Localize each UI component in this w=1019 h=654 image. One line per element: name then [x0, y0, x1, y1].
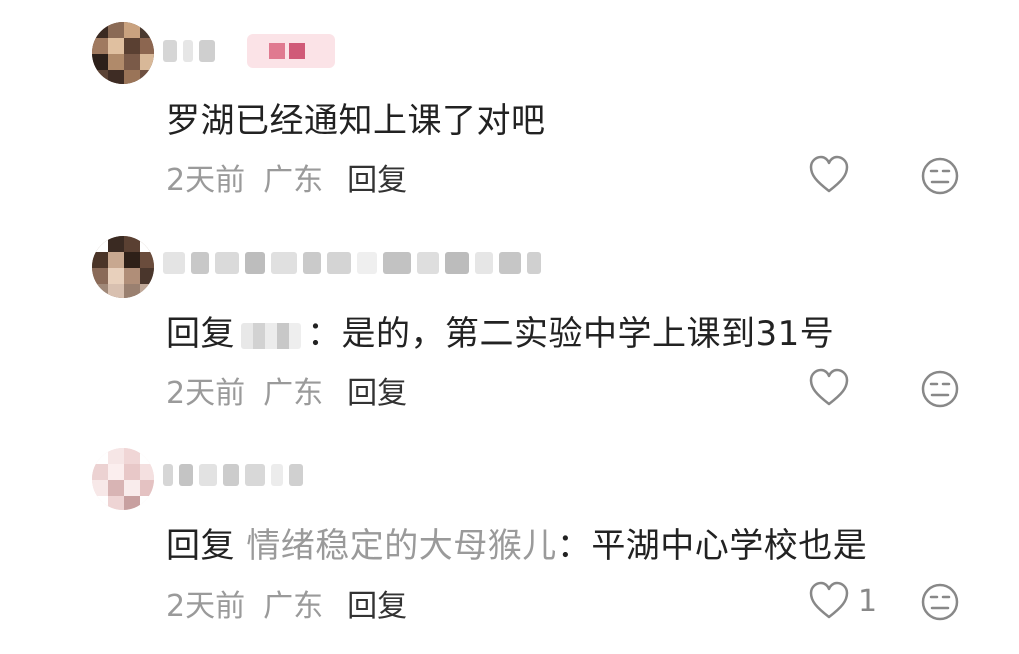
avatar[interactable] [92, 22, 154, 84]
avatar[interactable] [92, 448, 154, 510]
reply-button[interactable]: 回复 [347, 155, 407, 199]
neutral-face-icon [921, 157, 959, 195]
like-button[interactable]: 1 [808, 581, 877, 621]
comment-meta: 2天前 广东 回复 [166, 368, 407, 412]
reply-button[interactable]: 回复 [347, 581, 407, 625]
comment-text: 回复 情绪稳定的大母猴儿：平湖中心学校也是 [166, 526, 868, 566]
neutral-face-icon [921, 370, 959, 408]
username-masked[interactable] [163, 458, 303, 492]
comment-text: 回复 ：是的，第二实验中学上课到31号 [166, 314, 835, 354]
comment-location: 广东 [263, 163, 324, 198]
comment-meta: 2天前 广东 回复 [166, 155, 407, 199]
reply-prefix: 回复 [166, 314, 235, 354]
like-button[interactable] [808, 155, 858, 195]
reaction-button[interactable] [919, 155, 961, 201]
comment-location: 广东 [263, 376, 324, 411]
like-button[interactable] [808, 368, 858, 408]
reply-button[interactable]: 回复 [347, 368, 407, 412]
comment-feed: 罗湖已经通知上课了对吧 2天前 广东 回复 回复 ：是的，第二实验中学上课到31… [0, 0, 1019, 654]
heart-outline-icon [809, 155, 849, 193]
reply-target-masked[interactable] [241, 322, 301, 349]
reaction-button[interactable] [919, 368, 961, 414]
neutral-face-icon [921, 583, 959, 621]
comment-time: 2天前 [166, 163, 246, 198]
comment-time: 2天前 [166, 376, 246, 411]
avatar[interactable] [92, 236, 154, 298]
comment-time: 2天前 [166, 589, 246, 624]
reaction-button[interactable] [919, 581, 961, 627]
reply-prefix: 回复 [166, 526, 235, 566]
heart-outline-icon [809, 368, 849, 406]
reply-target[interactable]: 情绪稳定的大母猴儿 [246, 526, 557, 566]
comment-text: 罗湖已经通知上课了对吧 [166, 101, 546, 141]
like-count: 1 [858, 583, 878, 619]
comment-meta: 2天前 广东 回复 [166, 581, 407, 625]
heart-outline-icon [809, 581, 849, 619]
username-masked[interactable] [163, 246, 541, 280]
user-badge [247, 34, 335, 68]
username-masked[interactable] [163, 34, 335, 68]
comment-location: 广东 [263, 589, 324, 624]
